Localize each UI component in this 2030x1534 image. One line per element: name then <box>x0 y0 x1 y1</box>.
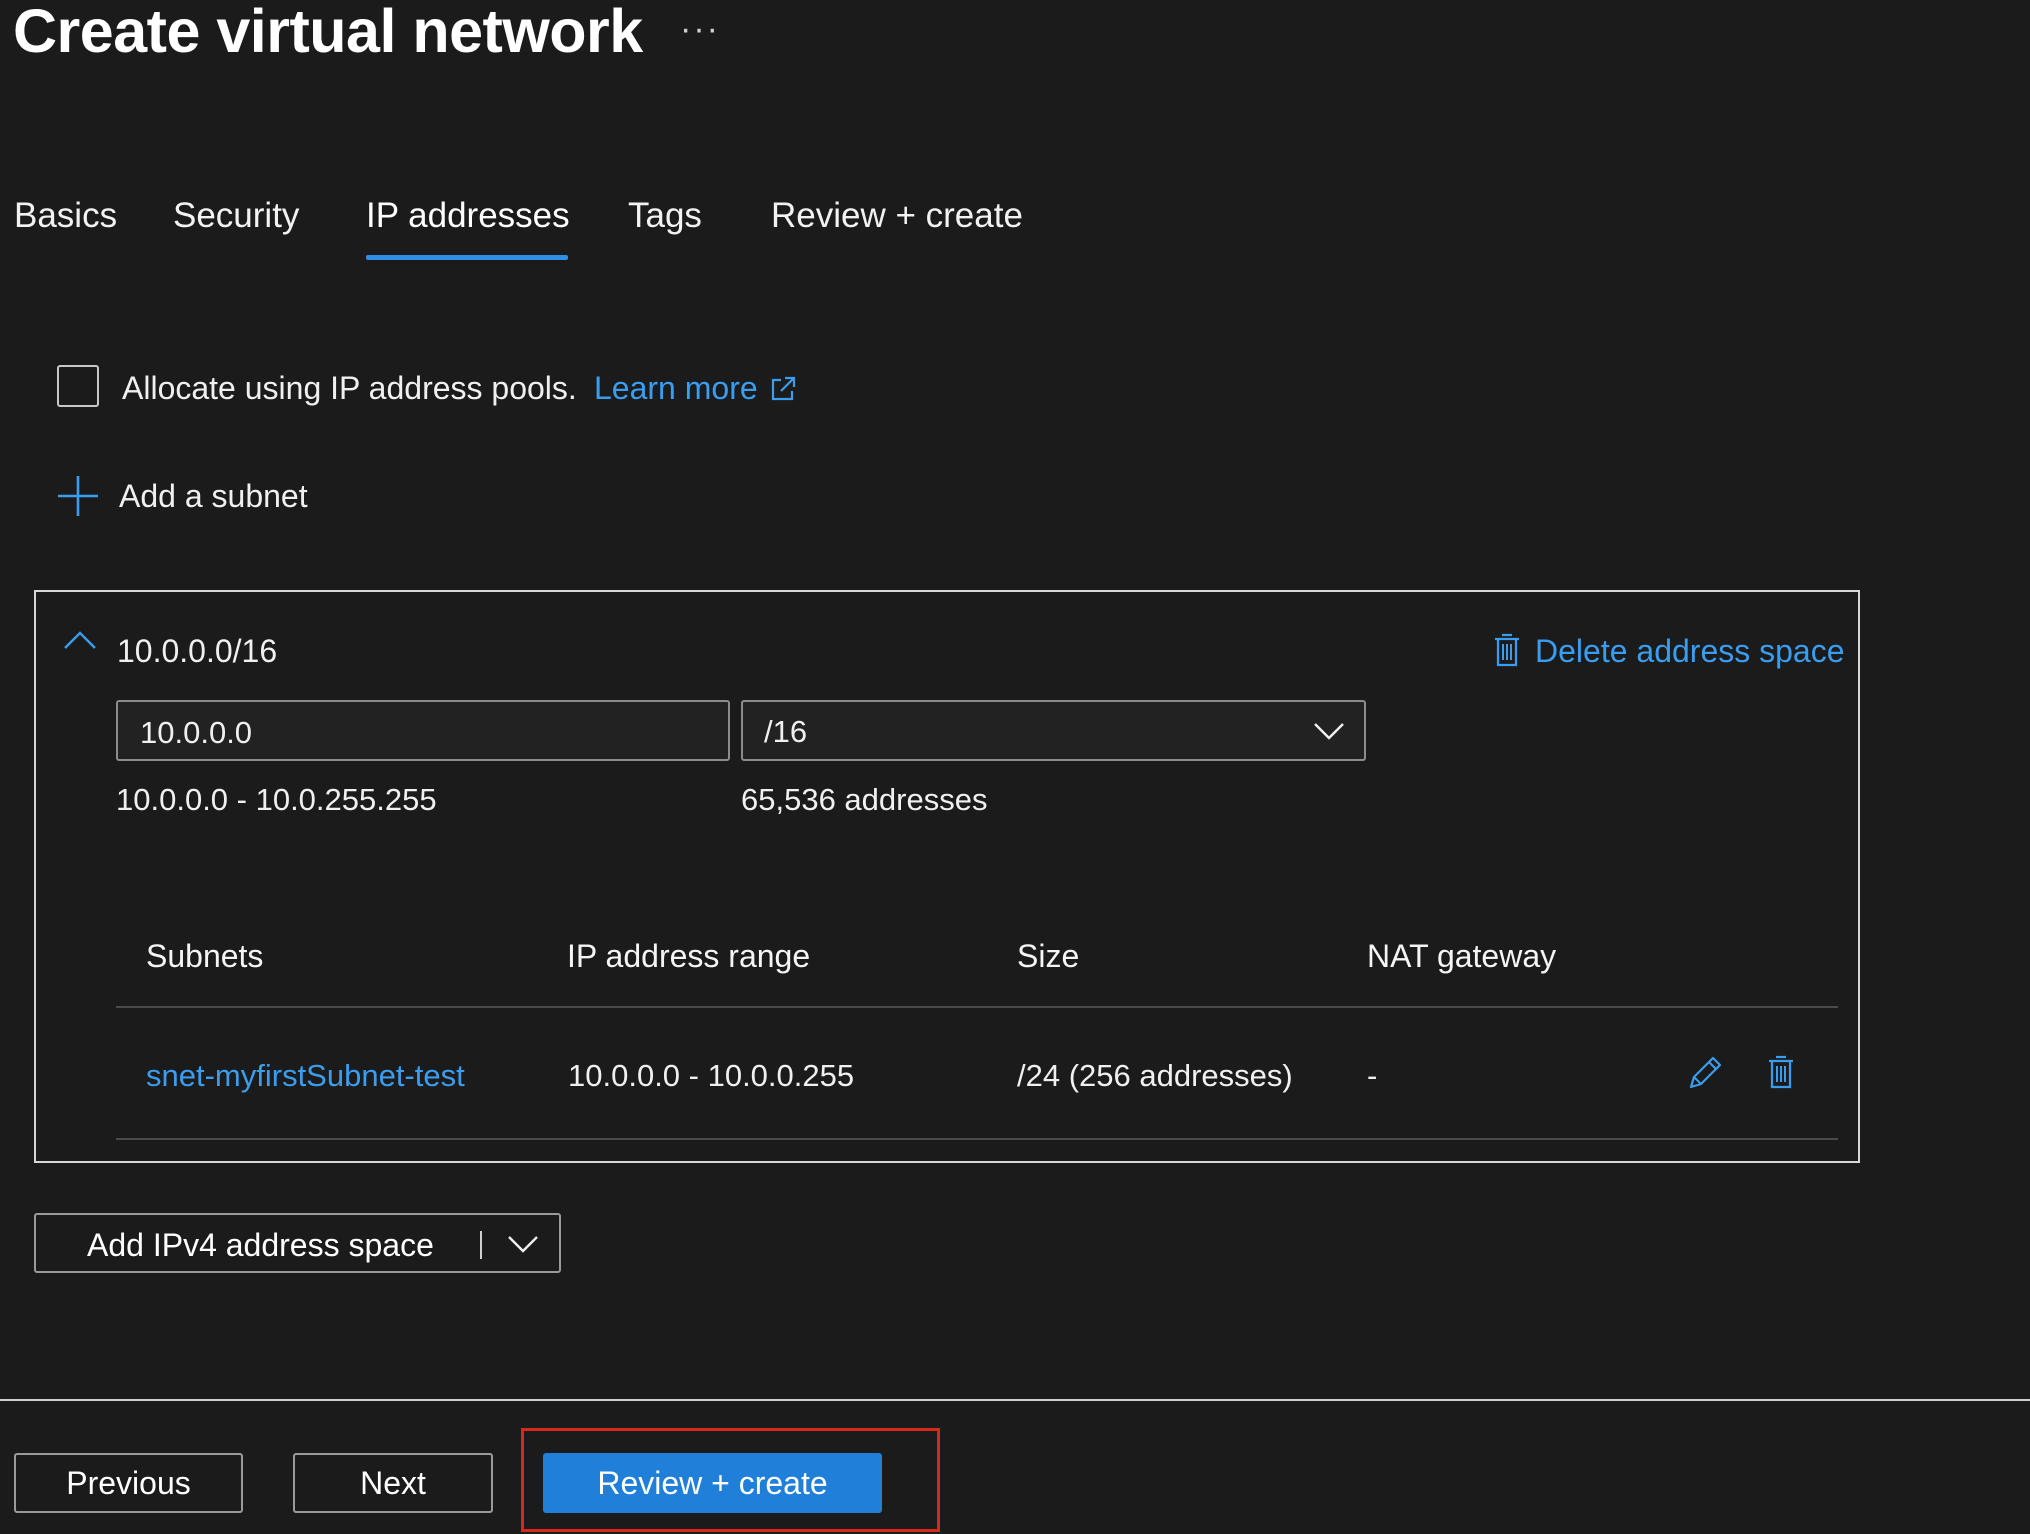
ip-pools-checkbox[interactable] <box>57 365 99 407</box>
ip-pools-label: Allocate using IP address pools. <box>122 370 577 406</box>
subnet-nat-gateway: - <box>1367 1058 1378 1093</box>
address-input-value: 10.0.0.0 <box>140 715 253 750</box>
cidr-dropdown[interactable]: /16 <box>741 700 1366 761</box>
address-space-title: 10.0.0.0/16 <box>117 633 278 669</box>
subnet-name-link[interactable]: snet-myfirstSubnet-test <box>146 1058 465 1094</box>
tab-tags[interactable]: Tags <box>628 196 702 236</box>
subnet-ip-range: 10.0.0.0 - 10.0.0.255 <box>568 1058 855 1093</box>
review-create-button[interactable]: Review + create <box>543 1453 882 1513</box>
pencil-icon[interactable] <box>1687 1053 1723 1091</box>
tab-security[interactable]: Security <box>173 196 299 236</box>
external-link-icon[interactable] <box>768 374 798 404</box>
trash-icon[interactable] <box>1492 632 1522 668</box>
column-header-size: Size <box>1017 938 1080 974</box>
address-range-text: 10.0.0.0 - 10.0.255.255 <box>116 782 437 817</box>
chevron-up-icon[interactable] <box>62 628 98 652</box>
delete-address-space-button[interactable]: Delete address space <box>1535 633 1845 670</box>
footer-divider <box>0 1399 2030 1401</box>
trash-icon[interactable] <box>1766 1054 1796 1090</box>
add-subnet-button[interactable]: Add a subnet <box>119 478 308 515</box>
tab-review-create[interactable]: Review + create <box>771 196 1023 236</box>
chevron-down-icon <box>1314 723 1344 740</box>
column-header-nat-gateway: NAT gateway <box>1367 938 1557 974</box>
chevron-down-icon[interactable] <box>506 1233 540 1255</box>
table-row-divider <box>116 1138 1838 1140</box>
subnet-size: /24 (256 addresses) <box>1017 1058 1293 1093</box>
plus-icon[interactable] <box>56 474 100 518</box>
add-space-label: Add IPv4 address space <box>87 1227 434 1263</box>
page-title: Create virtual network <box>13 0 643 65</box>
address-input[interactable]: 10.0.0.0 <box>116 700 730 761</box>
active-tab-indicator <box>366 255 568 260</box>
add-ipv4-address-space-button[interactable]: Add IPv4 address space <box>34 1213 561 1273</box>
table-header-divider <box>116 1006 1838 1008</box>
column-header-ip-range: IP address range <box>567 938 811 974</box>
split-button-divider <box>480 1231 482 1259</box>
column-header-subnets: Subnets <box>146 938 264 974</box>
tab-basics[interactable]: Basics <box>14 196 117 236</box>
cidr-dropdown-value: /16 <box>764 714 808 749</box>
learn-more-link[interactable]: Learn more <box>594 370 758 407</box>
next-button[interactable]: Next <box>293 1453 493 1513</box>
more-options-icon[interactable]: ··· <box>680 10 720 49</box>
tab-ip-addresses[interactable]: IP addresses <box>366 196 570 236</box>
previous-button[interactable]: Previous <box>14 1453 243 1513</box>
address-count-text: 65,536 addresses <box>741 782 988 817</box>
